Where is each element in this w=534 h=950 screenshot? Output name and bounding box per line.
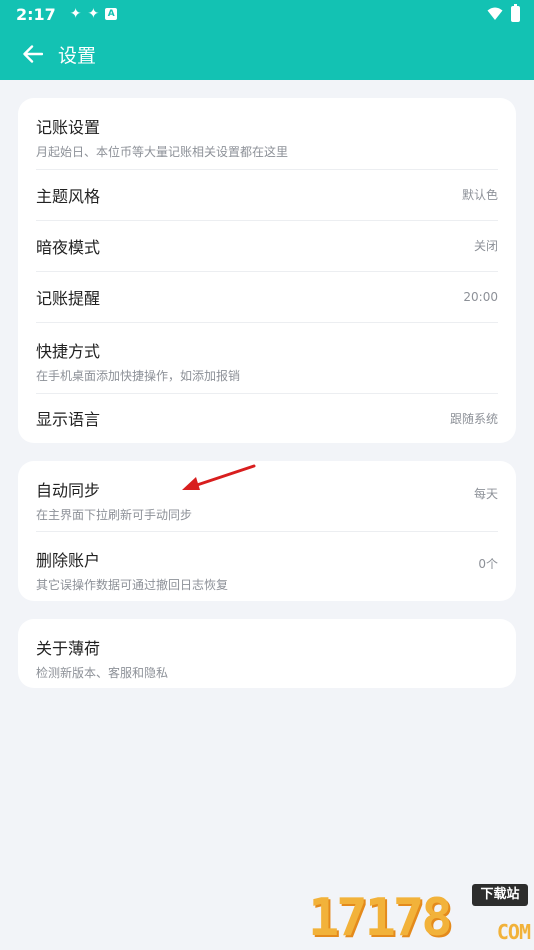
setting-title: 暗夜模式 <box>36 237 101 257</box>
watermark-badge: 下载站 <box>472 884 528 906</box>
setting-subtitle: 在手机桌面添加快捷操作，如添加报销 <box>36 369 241 383</box>
setting-title: 主题风格 <box>36 186 101 206</box>
setting-row-about[interactable]: 关于薄荷 检测新版本、客服和隐私 <box>18 619 516 688</box>
setting-value: 每天 <box>473 487 498 501</box>
settings-card-sync: 自动同步 在主界面下拉刷新可手动同步 每天 删除账户 其它误操作数据可通过撤回日… <box>18 461 516 601</box>
sync-notification-icon: ✦ <box>69 6 82 22</box>
back-button[interactable] <box>18 39 48 69</box>
settings-card-about: 关于薄荷 检测新版本、客服和隐私 <box>18 619 516 688</box>
wifi-icon <box>487 7 503 20</box>
setting-row-bookkeeping[interactable]: 记账设置 月起始日、本位币等大量记账相关设置都在这里 <box>18 98 516 169</box>
watermark-logo: 17178 下载站 COM <box>302 880 534 950</box>
watermark-number: 17178 <box>308 888 453 948</box>
status-notification-icons: ✦ ✦ A <box>69 6 118 22</box>
setting-value: 关闭 <box>473 239 498 253</box>
setting-title: 快捷方式 <box>36 342 101 361</box>
setting-row-reminder[interactable]: 记账提醒 20:00 <box>18 271 516 322</box>
setting-title: 删除账户 <box>36 551 101 570</box>
setting-title: 显示语言 <box>36 410 101 429</box>
setting-row-language[interactable]: 显示语言 跟随系统 <box>18 393 516 443</box>
setting-row-delete-account[interactable]: 删除账户 其它误操作数据可通过撤回日志恢复 0个 <box>18 531 516 601</box>
setting-subtitle: 检测新版本、客服和隐私 <box>36 666 169 680</box>
setting-title: 记账设置 <box>36 118 101 137</box>
sync-notification-icon-2: ✦ <box>87 6 100 22</box>
setting-row-shortcut[interactable]: 快捷方式 在手机桌面添加快捷操作，如添加报销 <box>18 322 516 393</box>
setting-value: 默认色 <box>461 188 498 202</box>
setting-subtitle: 其它误操作数据可通过撤回日志恢复 <box>36 578 229 592</box>
status-right <box>487 4 520 22</box>
annotation-arrow-icon <box>182 464 256 490</box>
status-time: 2:17 <box>16 4 56 24</box>
watermark-suffix: COM <box>496 920 531 944</box>
setting-value: 20:00 <box>463 289 498 304</box>
app-bar: 设置 <box>0 28 534 80</box>
setting-title: 记账提醒 <box>36 288 101 308</box>
text-notification-icon: A <box>105 8 118 20</box>
setting-row-auto-sync[interactable]: 自动同步 在主界面下拉刷新可手动同步 每天 <box>18 461 516 531</box>
setting-row-theme[interactable]: 主题风格 默认色 <box>18 169 516 220</box>
setting-title: 关于薄荷 <box>36 639 101 658</box>
settings-card-general: 记账设置 月起始日、本位币等大量记账相关设置都在这里 主题风格 默认色 暗夜模式… <box>18 98 516 443</box>
setting-value: 0个 <box>478 557 498 571</box>
battery-icon <box>511 4 520 22</box>
arrow-left-icon <box>23 45 43 63</box>
setting-subtitle: 在主界面下拉刷新可手动同步 <box>36 508 193 522</box>
setting-row-dark-mode[interactable]: 暗夜模式 关闭 <box>18 220 516 271</box>
page-title: 设置 <box>58 44 97 67</box>
status-bar: 2:17 ✦ ✦ A <box>0 0 534 28</box>
setting-subtitle: 月起始日、本位币等大量记账相关设置都在这里 <box>36 145 289 159</box>
setting-value: 跟随系统 <box>449 411 498 426</box>
